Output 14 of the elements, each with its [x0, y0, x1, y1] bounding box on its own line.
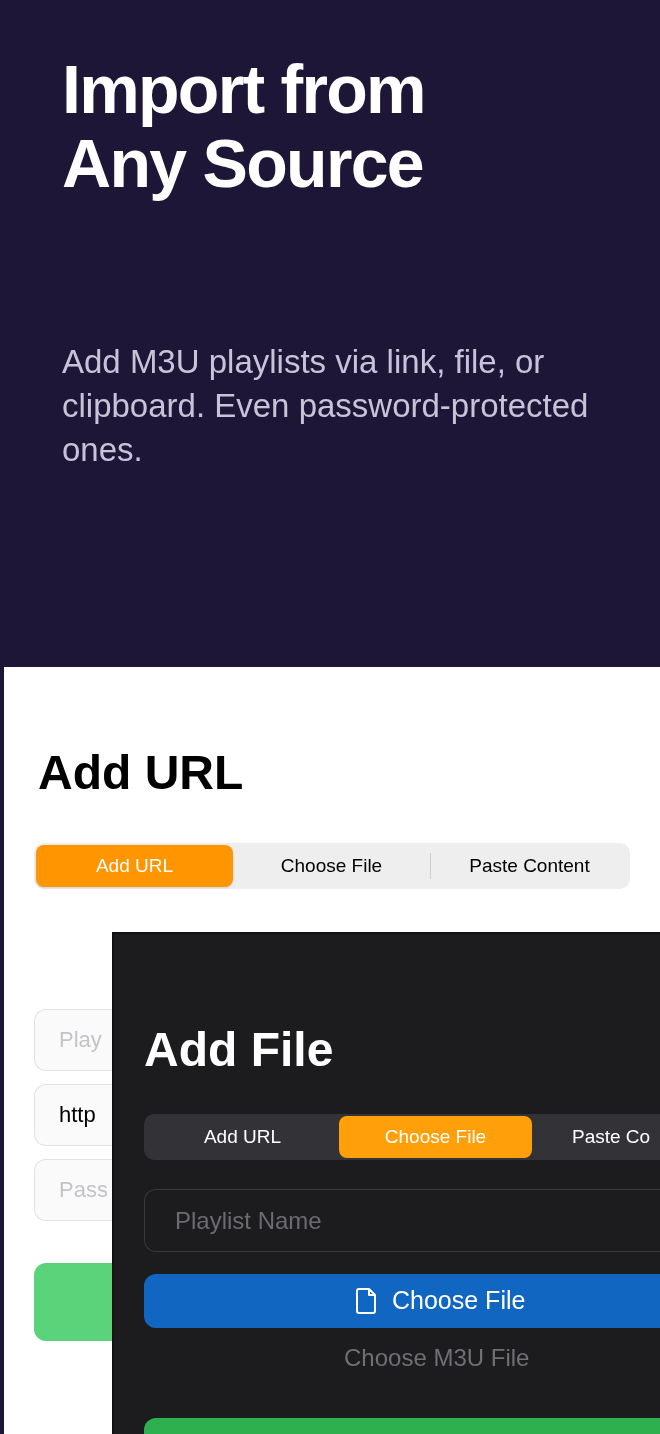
file-caption: Choose M3U File — [344, 1344, 530, 1371]
segment-tab[interactable]: Paste Content — [431, 845, 628, 887]
segment-tab[interactable]: Choose File — [233, 845, 430, 887]
text-field[interactable]: http — [34, 1084, 112, 1146]
hero-title: Import from Any Source — [62, 52, 426, 200]
add-button[interactable] — [34, 1263, 112, 1341]
segment-tab[interactable]: Paste Co — [572, 1116, 651, 1158]
screen-title: Add File — [144, 1026, 335, 1074]
file-icon — [356, 1287, 378, 1315]
hero-subtitle: Add M3U playlists via link, file, or clipboard. Even password-protected ones. — [62, 342, 590, 470]
playlist-name-field[interactable]: Playlist Name — [144, 1189, 660, 1252]
segment-tab[interactable]: Add URL — [146, 1116, 339, 1158]
screen-title: Add URL — [37, 745, 245, 797]
choose-file-button[interactable]: Choose File — [144, 1274, 660, 1328]
